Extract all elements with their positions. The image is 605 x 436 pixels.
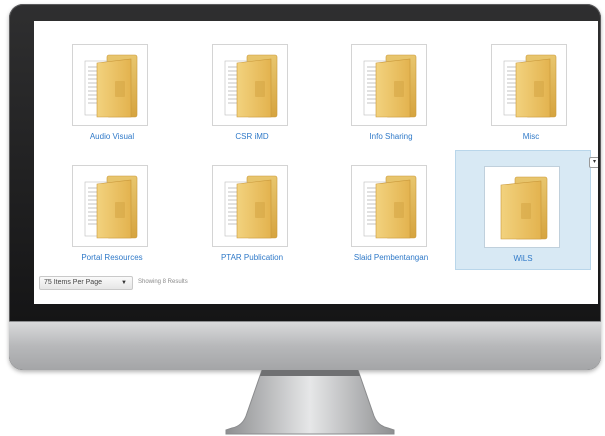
items-per-page-select[interactable]: 75 Items Per Page ▼ [39, 276, 133, 290]
folder-thumbnail [72, 165, 148, 247]
folder-thumbnail [351, 165, 427, 247]
folder-tile-slaid-pembentangan[interactable]: Slaid Pembentangan [323, 150, 459, 270]
folder-label[interactable]: Slaid Pembentangan [323, 253, 459, 262]
monitor-chin [9, 321, 601, 370]
imac-monitor: Audio Visual CSR iMD Info Sharing Misc P… [9, 4, 601, 370]
tile-menu-button[interactable]: ▾ [589, 157, 598, 168]
folder-thumbnail [351, 44, 427, 126]
monitor-stand [225, 370, 395, 435]
folder-tile-audio-visual[interactable]: Audio Visual [44, 29, 180, 149]
folder-tile-portal-resources[interactable]: Portal Resources [44, 150, 180, 270]
folder-icon [360, 172, 420, 242]
folder-label[interactable]: Info Sharing [323, 132, 459, 141]
folder-thumbnail [484, 166, 560, 248]
folder-tile-misc[interactable]: Misc [463, 29, 598, 149]
grid-footer: 75 Items Per Page ▼ Showing 8 Results [34, 273, 598, 293]
folder-label[interactable]: WiLS [456, 254, 590, 263]
folder-label[interactable]: Portal Resources [44, 253, 180, 262]
folder-icon [221, 172, 281, 242]
items-per-page-value: 75 Items Per Page [44, 279, 102, 286]
folder-thumbnail [212, 165, 288, 247]
folder-tile-wils[interactable]: WiLS ▾ [455, 150, 598, 270]
screen: Audio Visual CSR iMD Info Sharing Misc P… [34, 21, 598, 304]
chevron-down-icon: ▼ [121, 280, 127, 286]
folder-icon [360, 51, 420, 121]
folder-thumbnail [72, 44, 148, 126]
folder-thumbnail [491, 44, 567, 126]
folder-icon [500, 51, 560, 121]
folder-icon [221, 51, 281, 121]
folder-icon [493, 173, 553, 243]
folder-tile-ptar-publication[interactable]: PTAR Publication [184, 150, 320, 270]
folder-icon [81, 172, 141, 242]
folder-tile-csr-imd[interactable]: CSR iMD [184, 29, 320, 149]
folder-label[interactable]: Audio Visual [44, 132, 180, 141]
folder-label[interactable]: CSR iMD [184, 132, 320, 141]
results-count: Showing 8 Results [138, 279, 188, 285]
folder-thumbnail [212, 44, 288, 126]
folder-label[interactable]: PTAR Publication [184, 253, 320, 262]
folder-label[interactable]: Misc [463, 132, 598, 141]
folder-tile-info-sharing[interactable]: Info Sharing [323, 29, 459, 149]
folder-grid: Audio Visual CSR iMD Info Sharing Misc P… [34, 21, 598, 271]
folder-icon [81, 51, 141, 121]
